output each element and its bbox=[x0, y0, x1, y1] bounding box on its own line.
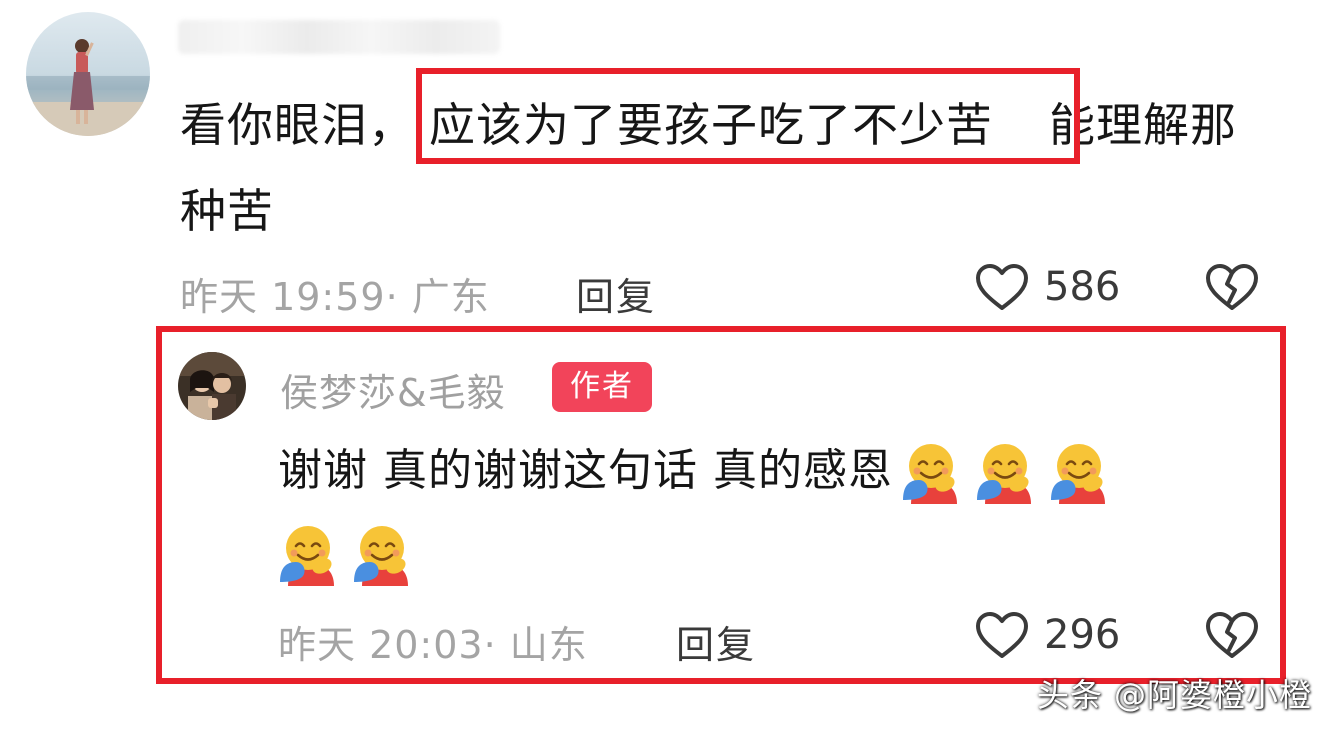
comment-time-location: 昨天 19:59· 广东 bbox=[180, 275, 490, 319]
comment-like-count: 586 bbox=[1044, 264, 1121, 310]
comment-screenshot: 看你眼泪， 应该为了要孩子吃了不少苦 能理解那种苦 昨天 19:59· 广东 回复 … bbox=[0, 0, 1334, 732]
hugging-face-emoji bbox=[278, 522, 344, 588]
hugging-face-emoji bbox=[352, 522, 418, 588]
commenter-avatar[interactable] bbox=[26, 12, 150, 136]
hugging-face-emoji bbox=[901, 440, 967, 506]
reply-like-count: 296 bbox=[1044, 612, 1121, 658]
author-name[interactable]: 侯梦莎&毛毅 bbox=[280, 362, 506, 417]
broken-heart-icon[interactable] bbox=[1204, 262, 1260, 316]
hugging-face-emoji bbox=[1049, 440, 1115, 506]
comment-text-before: 看你眼泪， bbox=[180, 98, 415, 152]
heart-outline-icon[interactable] bbox=[974, 262, 1030, 316]
heart-outline-icon[interactable] bbox=[974, 610, 1030, 664]
reply-text: 谢谢 真的谢谢这句话 真的感恩 bbox=[278, 430, 1258, 594]
highlight-box bbox=[416, 68, 1080, 164]
hugging-face-emoji bbox=[975, 440, 1041, 506]
reply-text-content: 谢谢 真的谢谢这句话 真的感恩 bbox=[278, 445, 893, 496]
author-avatar[interactable] bbox=[178, 352, 246, 420]
author-badge: 作者 bbox=[552, 362, 652, 412]
reply-time-location: 昨天 20:03· 山东 bbox=[278, 623, 588, 667]
commenter-username-blurred[interactable] bbox=[178, 20, 500, 54]
watermark: 头条 @阿婆橙小橙 bbox=[1036, 676, 1312, 714]
comment-reply-button[interactable]: 回复 bbox=[576, 266, 656, 321]
broken-heart-icon[interactable] bbox=[1204, 610, 1260, 664]
reply-reply-button[interactable]: 回复 bbox=[676, 614, 756, 669]
